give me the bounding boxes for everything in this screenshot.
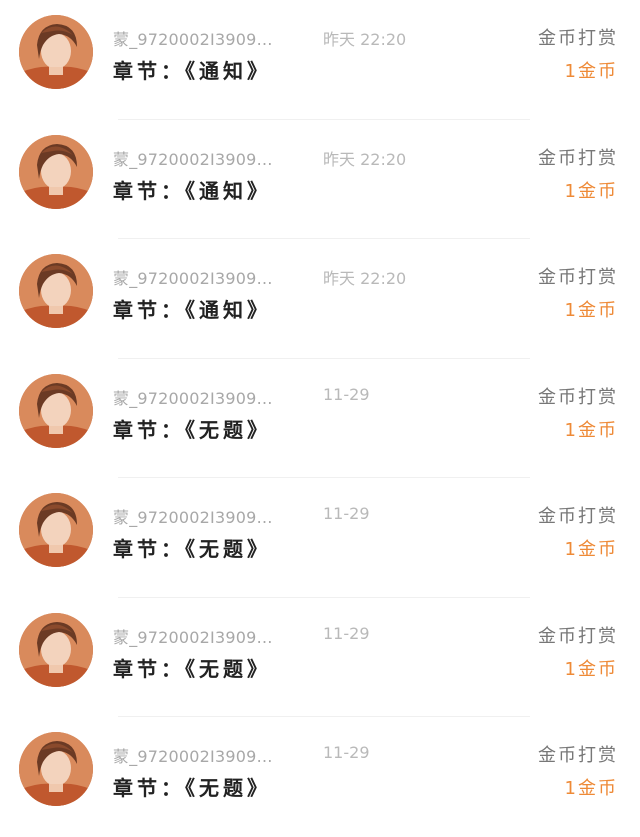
chapter-label[interactable]: 章节：《通知》	[113, 55, 271, 84]
user-avatar[interactable]	[19, 373, 93, 448]
avatar-portrait-icon	[19, 732, 93, 806]
chapter-label[interactable]: 章节：《无题》	[113, 772, 271, 801]
chapter-label[interactable]: 章节：《通知》	[113, 294, 271, 323]
reward-amount: 1金币	[564, 658, 618, 680]
timestamp: 昨天 22:20	[323, 30, 407, 49]
avatar-portrait-icon	[19, 612, 93, 687]
reward-amount: 1金币	[564, 778, 618, 799]
chapter-label[interactable]: 章节：《通知》	[113, 175, 271, 204]
timestamp: 11-29	[323, 623, 370, 643]
avatar-portrait-icon	[19, 254, 93, 328]
avatar-portrait-icon	[19, 373, 93, 448]
avatar-portrait-icon	[19, 15, 93, 89]
chapter-label[interactable]: 章节：《无题》	[113, 414, 271, 443]
timestamp: 昨天 22:20	[323, 269, 407, 288]
timestamp: 11-29	[323, 384, 370, 404]
user-avatar[interactable]	[19, 15, 93, 89]
username[interactable]: 蒙_9720002I3909…	[113, 385, 273, 409]
avatar-portrait-icon	[19, 134, 93, 209]
reward-type: 金币打赏	[538, 506, 618, 527]
username[interactable]: 蒙_9720002I3909…	[113, 265, 273, 289]
reward-type: 金币打赏	[538, 625, 618, 647]
reward-record-row[interactable]: 蒙_9720002I3909… 昨天 22:20 章节：《通知》 金币打赏 1金…	[0, 239, 640, 359]
reward-amount: 1金币	[564, 419, 618, 441]
timestamp: 11-29	[323, 504, 370, 523]
user-avatar[interactable]	[19, 493, 93, 567]
reward-amount: 1金币	[564, 539, 618, 560]
user-avatar[interactable]	[19, 254, 93, 328]
user-avatar[interactable]	[19, 732, 93, 806]
chapter-label[interactable]: 章节：《无题》	[113, 653, 271, 682]
username[interactable]: 蒙_9720002I3909…	[113, 743, 273, 767]
reward-amount: 1金币	[564, 180, 618, 202]
reward-record-row[interactable]: 蒙_9720002I3909… 昨天 22:20 章节：《通知》 金币打赏 1金…	[0, 0, 640, 120]
reward-record-row[interactable]: 蒙_9720002I3909… 11-29 章节：《无题》 金币打赏 1金币	[0, 359, 640, 479]
username[interactable]: 蒙_9720002I3909…	[113, 26, 273, 50]
reward-type: 金币打赏	[538, 147, 618, 169]
timestamp: 昨天 22:20	[323, 149, 407, 169]
reward-record-row[interactable]: 蒙_9720002I3909… 11-29 章节：《无题》 金币打赏 1金币	[0, 598, 640, 718]
reward-type: 金币打赏	[538, 386, 618, 408]
reward-record-row[interactable]: 蒙_9720002I3909… 昨天 22:20 章节：《通知》 金币打赏 1金…	[0, 120, 640, 240]
username[interactable]: 蒙_9720002I3909…	[113, 624, 273, 648]
username[interactable]: 蒙_9720002I3909…	[113, 504, 273, 528]
reward-type: 金币打赏	[538, 745, 618, 766]
reward-amount: 1金币	[564, 61, 618, 82]
reward-amount: 1金币	[564, 300, 618, 321]
reward-type: 金币打赏	[538, 28, 618, 49]
reward-record-row[interactable]: 蒙_9720002I3909… 11-29 章节：《无题》 金币打赏 1金币	[0, 717, 640, 837]
user-avatar[interactable]	[19, 134, 93, 209]
user-avatar[interactable]	[19, 612, 93, 687]
reward-record-list: 蒙_9720002I3909… 昨天 22:20 章节：《通知》 金币打赏 1金…	[0, 0, 640, 823]
timestamp: 11-29	[323, 743, 370, 762]
reward-record-row[interactable]: 蒙_9720002I3909… 11-29 章节：《无题》 金币打赏 1金币	[0, 478, 640, 598]
reward-type: 金币打赏	[538, 267, 618, 288]
username[interactable]: 蒙_9720002I3909…	[113, 146, 273, 170]
chapter-label[interactable]: 章节：《无题》	[113, 533, 271, 562]
avatar-portrait-icon	[19, 493, 93, 567]
